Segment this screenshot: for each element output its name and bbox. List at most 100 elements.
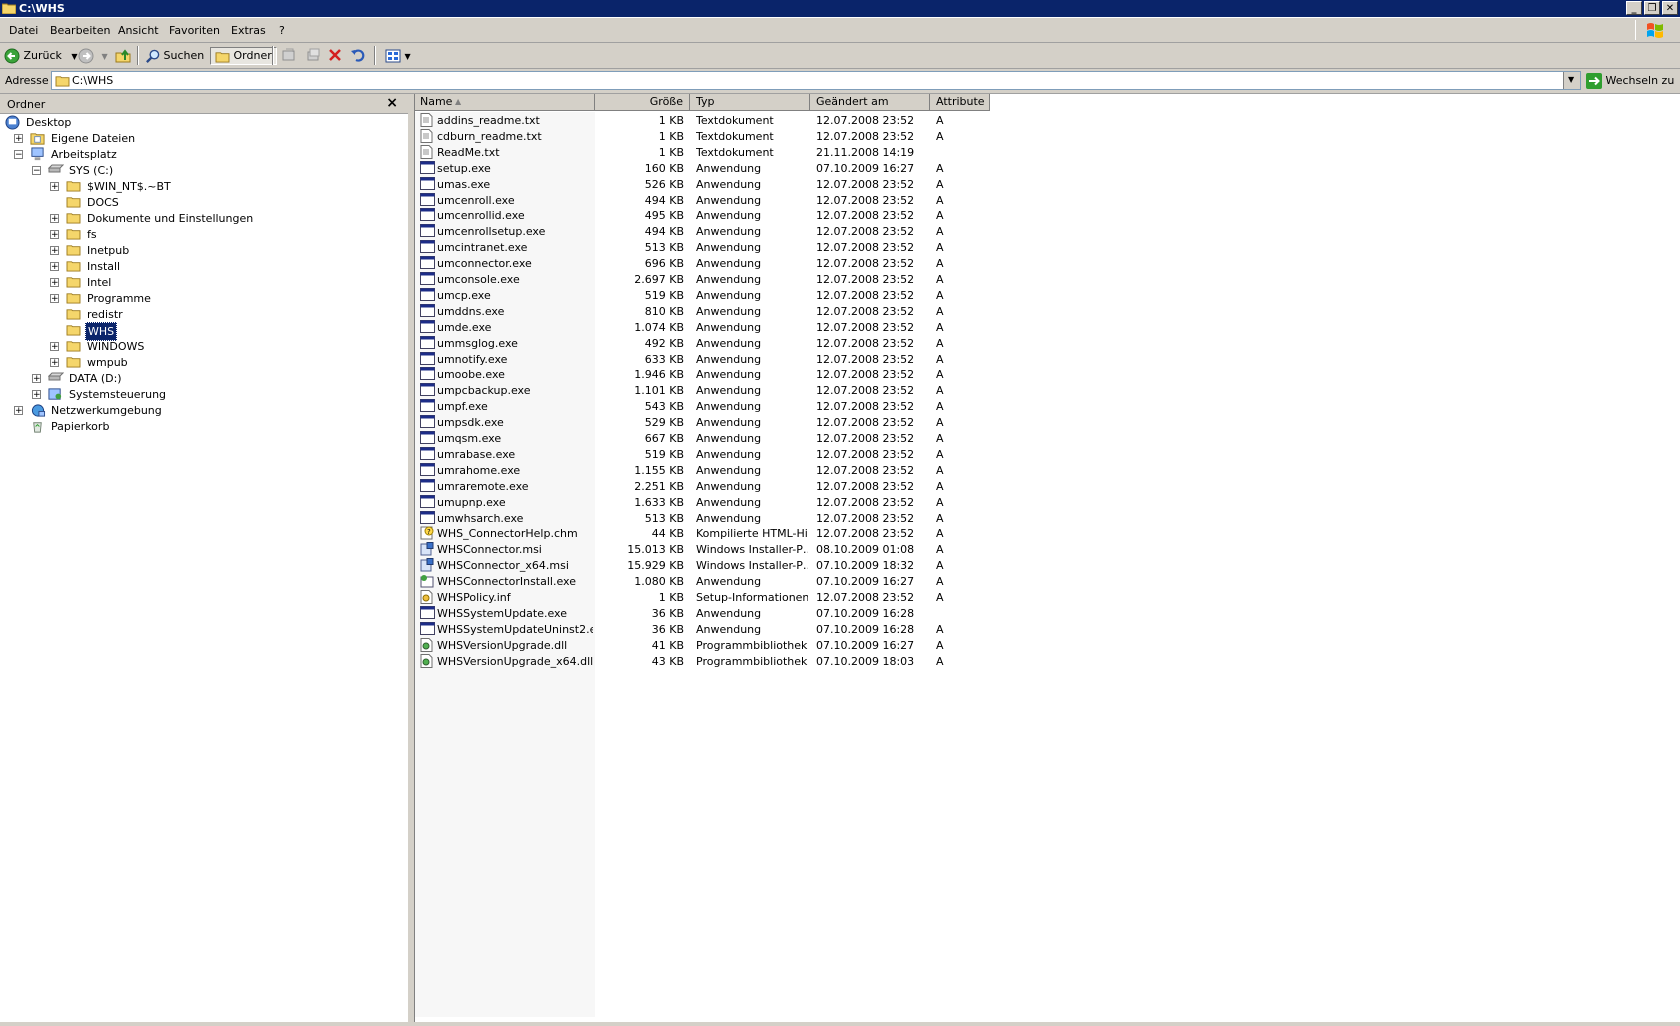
file-row[interactable]: umwhsarch.exe 513 KB Anwendung 12.07.2008 2… <box>415 510 1015 527</box>
file-row[interactable]: addins_readme.txt 1 KB Textdokument 12.07.2… <box>415 112 1015 129</box>
file-row[interactable]: cdburn_readme.txt 1 KB Textdokument 12.07.2… <box>415 128 1015 145</box>
file-row[interactable]: umoobe.exe 1.946 KB Anwendung 12.07.2008 23… <box>415 366 1015 383</box>
file-row[interactable]: WHSConnectorInstall.exe 1.080 KB Anwendung… <box>415 573 1015 590</box>
file-row[interactable]: umcenroll.exe 494 KB Anwendung 12.07.2008 2… <box>415 192 1015 209</box>
file-row[interactable]: umde.exe 1.074 KB Anwendung 12.07.2008 23:5… <box>415 319 1015 336</box>
file-row[interactable]: umconnector.exe 696 KB Anwendung 12.07.2008… <box>415 255 1015 272</box>
exe-file-icon <box>420 510 435 525</box>
file-name: WHS_ConnectorHelp.chm <box>437 527 578 541</box>
file-row[interactable]: umcenrollsetup.exe 494 KB Anwendung 12.07.2… <box>415 223 1015 240</box>
expand-toggle-icon[interactable]: + <box>14 406 23 416</box>
copy-to-button[interactable] <box>305 47 321 64</box>
file-type: Textdokument <box>696 114 774 127</box>
expand-toggle-icon[interactable]: + <box>14 134 23 144</box>
column-header-name[interactable]: Name ▲ <box>415 94 595 111</box>
file-row[interactable]: WHSSystemUpdate.exe 36 KB Anwendung 07.10.2… <box>415 605 1015 622</box>
collapse-toggle-icon[interactable]: − <box>14 150 23 160</box>
file-row[interactable]: umconsole.exe 2.697 KB Anwendung 12.07.2008… <box>415 271 1015 288</box>
file-size: 667 KB <box>644 432 684 445</box>
tree-item-label: Papierkorb <box>51 420 110 433</box>
file-row[interactable]: umqsm.exe 667 KB Anwendung 12.07.2008 23:52… <box>415 430 1015 447</box>
file-row[interactable]: umrabase.exe 519 KB Anwendung 12.07.2008 23… <box>415 446 1015 463</box>
file-row[interactable]: umddns.exe 810 KB Anwendung 12.07.2008 23:5… <box>415 303 1015 320</box>
back-label: Zurück <box>23 49 62 62</box>
minimize-button[interactable]: _ <box>1626 1 1642 15</box>
installer-file-icon <box>420 542 434 556</box>
file-row[interactable]: WHSConnector_x64.msi 15.929 KB Windows Ins… <box>415 557 1015 574</box>
restore-button[interactable]: ❐ <box>1644 1 1660 15</box>
expand-toggle-icon[interactable]: + <box>50 342 59 352</box>
folder-up-button[interactable] <box>115 47 131 64</box>
address-input[interactable]: C:\WHS ▼ <box>51 71 1581 90</box>
file-size: 519 KB <box>644 447 684 461</box>
move-to-button[interactable] <box>281 47 297 64</box>
file-row[interactable]: ? WHS_ConnectorHelp.chm 44 KB Kompilierte H… <box>415 525 1015 542</box>
expand-toggle-icon[interactable]: + <box>50 294 59 304</box>
file-row[interactable]: umupnp.exe 1.633 KB Anwendung 12.07.2008 23… <box>415 494 1015 511</box>
chevron-down-icon[interactable]: ▼ <box>405 52 411 61</box>
file-attributes: A <box>936 400 944 414</box>
menu-help[interactable]: ? <box>279 24 285 37</box>
menu-extras[interactable]: Extras <box>231 24 266 37</box>
file-attributes: A <box>936 416 944 430</box>
drive-icon <box>47 163 65 180</box>
back-button[interactable]: Zurück ▼ <box>4 47 78 64</box>
expand-toggle-icon[interactable]: + <box>50 262 59 272</box>
file-row[interactable]: umas.exe 526 KB Anwendung 12.07.2008 23:52 A <box>415 176 1015 193</box>
expand-toggle-icon[interactable]: + <box>32 374 41 384</box>
undo-button[interactable] <box>350 47 366 64</box>
expand-toggle-icon[interactable]: + <box>50 182 59 192</box>
file-type: Windows Installer-P… <box>696 543 808 557</box>
menu-bearbeiten[interactable]: Bearbeiten <box>50 24 110 37</box>
file-row[interactable]: umcp.exe 519 KB Anwendung 12.07.2008 23:52 A <box>415 287 1015 304</box>
file-row[interactable]: WHSSystemUpdateUninst2.exe 36 KB Anwendung… <box>415 621 1015 638</box>
file-row[interactable]: umpsdk.exe 529 KB Anwendung 12.07.2008 23:5… <box>415 414 1015 431</box>
delete-button[interactable] <box>327 47 343 64</box>
expand-toggle-icon[interactable]: + <box>50 246 59 256</box>
file-row[interactable]: umpcbackup.exe 1.101 KB Anwendung 12.07.200… <box>415 382 1015 399</box>
file-row[interactable]: umnotify.exe 633 KB Anwendung 12.07.2008 23… <box>415 351 1015 368</box>
installer-file-icon <box>420 558 434 572</box>
file-row[interactable]: WHSVersionUpgrade_x64.dll 43 KB Programmbi… <box>415 653 1015 670</box>
expand-toggle-icon[interactable]: + <box>50 278 59 288</box>
file-row[interactable]: ReadMe.txt 1 KB Textdokument 21.11.2008 14:… <box>415 144 1015 161</box>
chevron-down-icon[interactable]: ▼ <box>71 52 77 61</box>
file-attributes: A <box>936 114 944 127</box>
menu-datei[interactable]: Datei <box>9 24 38 37</box>
collapse-toggle-icon[interactable]: − <box>32 166 41 176</box>
address-dropdown-button[interactable]: ▼ <box>1563 72 1580 89</box>
views-button[interactable]: ▼ <box>385 47 411 64</box>
file-row[interactable]: ummsglog.exe 492 KB Anwendung 12.07.2008 23… <box>415 335 1015 352</box>
go-button[interactable]: Wechseln zu <box>1586 72 1674 90</box>
expand-toggle-icon[interactable]: + <box>50 214 59 224</box>
forward-button[interactable]: ▼ <box>78 47 108 64</box>
file-attributes: A <box>936 654 944 668</box>
file-row[interactable]: umraremote.exe 2.251 KB Anwendung 12.07.200… <box>415 478 1015 495</box>
column-header-type[interactable]: Typ <box>690 94 810 111</box>
file-row[interactable]: WHSVersionUpgrade.dll 41 KB Programmbiblio… <box>415 637 1015 654</box>
file-row[interactable]: umrahome.exe 1.155 KB Anwendung 12.07.2008 … <box>415 462 1015 479</box>
expand-toggle-icon[interactable]: + <box>50 230 59 240</box>
column-header-size[interactable]: Größe <box>595 94 690 111</box>
menu-ansicht[interactable]: Ansicht <box>118 24 159 37</box>
column-header-modified[interactable]: Geändert am <box>810 94 930 111</box>
file-row[interactable]: WHSPolicy.inf 1 KB Setup-Informationen 12.0… <box>415 589 1015 606</box>
file-row[interactable]: WHSConnector.msi 15.013 KB Windows Install… <box>415 541 1015 558</box>
file-row[interactable]: umcenrollid.exe 495 KB Anwendung 12.07.2008… <box>415 207 1015 224</box>
chevron-down-icon[interactable]: ▼ <box>102 52 108 61</box>
folders-toggle-button[interactable]: Ordner <box>210 47 277 65</box>
file-row[interactable]: umcintranet.exe 513 KB Anwendung 12.07.2008… <box>415 239 1015 256</box>
search-button[interactable]: Suchen <box>145 47 204 64</box>
tree-item-label: DATA (D:) <box>69 372 122 385</box>
close-icon[interactable]: × <box>386 95 398 111</box>
expand-toggle-icon[interactable]: + <box>32 390 41 400</box>
close-button[interactable]: ✕ <box>1662 1 1678 15</box>
file-row[interactable]: umpf.exe 543 KB Anwendung 12.07.2008 23:52 A <box>415 398 1015 415</box>
tree-item-label: redistr <box>87 308 123 321</box>
menu-favoriten[interactable]: Favoriten <box>169 24 220 37</box>
column-header-attributes[interactable]: Attribute <box>930 94 990 111</box>
file-name: umcintranet.exe <box>437 241 528 255</box>
expand-toggle-icon[interactable]: + <box>50 358 59 368</box>
file-size: 160 KB <box>644 161 684 175</box>
file-row[interactable]: setup.exe 160 KB Anwendung 07.10.2009 16:27… <box>415 160 1015 177</box>
